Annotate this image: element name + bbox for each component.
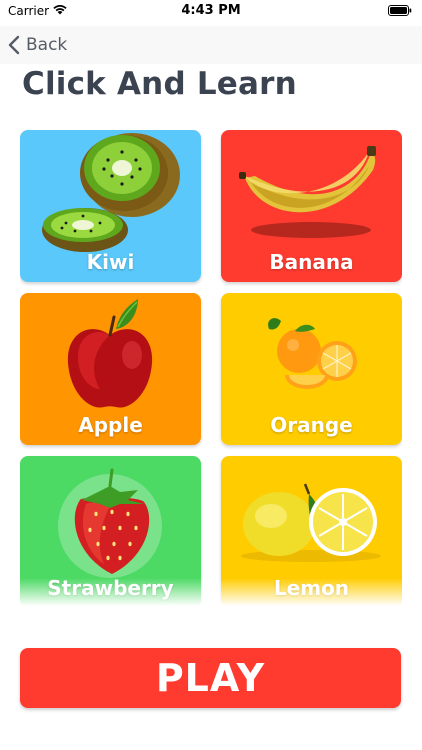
clock-time: 4:43 PM <box>181 3 241 18</box>
chevron-left-icon <box>8 35 20 55</box>
fruit-tile-orange[interactable]: Orange <box>221 293 402 445</box>
fruit-label-banana: Banana <box>269 250 354 274</box>
page-title: Click And Learn <box>22 66 297 102</box>
fruit-tile-kiwi[interactable]: Kiwi <box>20 130 201 282</box>
status-bar: Carrier 4:43 PM <box>0 0 422 24</box>
fruit-tile-banana[interactable]: Banana <box>221 130 402 282</box>
fruit-grid: Kiwi Banana Apple Orange Strawberry Lemo… <box>20 130 402 606</box>
fruit-tile-apple[interactable]: Apple <box>20 293 201 445</box>
back-label: Back <box>26 35 68 55</box>
play-button[interactable]: PLAY <box>20 648 401 708</box>
fruit-tile-strawberry[interactable]: Strawberry <box>20 456 201 606</box>
fruit-tile-lemon[interactable]: Lemon <box>221 456 402 606</box>
fruit-label-lemon: Lemon <box>273 576 350 600</box>
fruit-label-apple: Apple <box>78 413 143 437</box>
back-button[interactable]: Back <box>8 30 67 60</box>
fruit-label-kiwi: Kiwi <box>86 250 135 274</box>
navigation-bar: Back <box>0 26 422 64</box>
fruit-label-strawberry: Strawberry <box>47 576 174 600</box>
battery-icon <box>388 5 412 16</box>
fruit-label-orange: Orange <box>270 413 353 437</box>
